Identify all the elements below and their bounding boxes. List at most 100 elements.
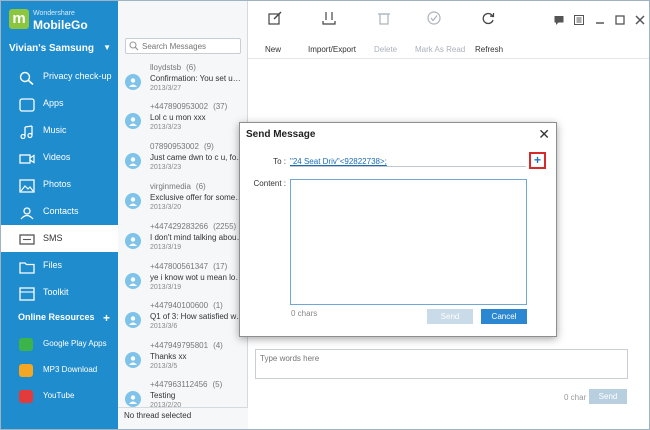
thread-sender: +447963112456 (5) [150,380,223,389]
char-count: 0 chars [291,309,318,318]
resource-label: MP3 Download [43,365,98,374]
resource-mp3-download[interactable]: MP3 Download [1,357,118,383]
mark-as-read-button[interactable]: Mark As Read [415,45,465,54]
device-name: Vivian's Samsung [9,43,95,54]
thread-snippet: I don't mind talking about e... [150,233,245,242]
thread-item[interactable]: +447429283266 (2255) I don't mind talking… [118,222,248,262]
search-box[interactable] [125,38,241,54]
photo-icon [19,177,35,193]
reply-input[interactable] [256,350,627,378]
resource-label: YouTube [43,391,75,400]
avatar [125,352,141,368]
magnifier-icon [19,69,35,86]
import-export-icon[interactable] [322,11,336,28]
sidebar-item-photos[interactable]: Photos [1,171,118,198]
thread-snippet: Lol c u mon xxx [150,113,206,122]
minimize-icon[interactable] [595,15,605,25]
reply-send-button[interactable]: Send [589,389,627,404]
thread-snippet: Confirmation: You set up a... [150,74,245,83]
online-resources-header: Online Resources + [18,311,114,325]
thread-sender: +447800561347 (17) [150,262,228,271]
toolkit-icon [19,285,35,301]
apps-icon [19,96,35,112]
device-selector[interactable]: Vivian's Samsung ▼ [9,43,115,54]
maximize-icon[interactable] [615,15,625,25]
avatar [125,193,141,209]
avatar [125,391,141,407]
thread-item[interactable]: 07890953002 (9) Just came dwn to c u, for… [118,142,248,182]
refresh-button[interactable]: Refresh [475,45,503,54]
sidebar-item-label: Privacy check-up [43,71,112,81]
youtube-icon [19,390,33,403]
sidebar-item-toolkit[interactable]: Toolkit [1,279,118,306]
content-input[interactable] [291,180,526,304]
add-resource-button[interactable]: + [103,311,110,325]
resource-google-play[interactable]: Google Play Apps [1,331,118,357]
resource-youtube[interactable]: YouTube [1,383,118,409]
sms-icon [19,231,35,245]
send-button[interactable]: Send [427,309,473,324]
thread-snippet: Q1 of 3: How satisfied wer... [150,312,245,321]
new-button[interactable]: New [265,45,281,54]
close-icon[interactable] [635,15,645,25]
contact-icon [19,204,35,220]
thread-item[interactable]: lloydstsb (6) Confirmation: You set up a.… [118,63,248,103]
google-play-icon [19,338,33,351]
mobilego-logo-icon: m [9,9,29,29]
thread-date: 2013/3/20 [150,204,182,211]
menu-list-icon[interactable] [574,15,584,25]
content-box[interactable] [290,179,527,305]
thread-snippet: Thanks xx [150,352,187,361]
thread-sender: +447429283266 (2255) [150,222,237,231]
add-recipient-button[interactable]: + [529,152,546,169]
sidebar-item-videos[interactable]: Videos [1,144,118,171]
toolbar: New Import/Export Delete Mark As Read Re… [248,1,649,59]
search-icon [129,41,139,51]
sidebar-item-label: Photos [43,179,72,189]
send-message-dialog: Send Message ✕ To : "24 Seat Driv"<92822… [239,122,557,337]
thread-snippet: Testing [150,391,176,400]
to-label: To : [273,157,286,166]
sidebar-item-sms[interactable]: SMS [1,225,118,252]
sidebar-item-label: Apps [43,98,64,108]
sidebar-item-files[interactable]: Files [1,252,118,279]
thread-item[interactable]: +447940100600 (1) Q1 of 3: How satisfied … [118,301,248,341]
sidebar-item-apps[interactable]: Apps [1,90,118,117]
sidebar-item-privacy[interactable]: Privacy check-up [1,63,118,90]
thread-item[interactable]: virginmedia (6) Exclusive offer for someo… [118,182,248,222]
thread-list: lloydstsb(6) Confirmation: You set up a.… [118,1,248,429]
thread-sender: +447940100600 (1) [150,301,223,310]
reply-box[interactable] [255,349,628,379]
brand-name: MobileGo [33,18,88,32]
thread-item[interactable]: +447890953002 (37) Lol c u mon xxx 2013/3… [118,102,248,142]
thread-sender: virginmedia (6) [150,182,206,191]
sidebar-item-label: SMS [43,233,63,243]
sidebar-item-label: Toolkit [43,287,69,297]
recipient-field[interactable]: "24 Seat Driv"<92822738>; [290,155,526,167]
feedback-icon[interactable] [554,15,564,25]
avatar [125,153,141,169]
search-input[interactable] [142,40,238,52]
thread-date: 2013/3/19 [150,244,182,251]
thread-item[interactable]: +447949795801 (4) Thanks xx 2013/3/5 [118,341,248,381]
sidebar-item-music[interactable]: Music [1,117,118,144]
import-export-button[interactable]: Import/Export [308,45,356,54]
thread-item[interactable]: +447800561347 (17) ye i know wot u mean l… [118,262,248,302]
recipient-link[interactable]: "24 Seat Driv"<92822738>; [290,157,387,166]
refresh-icon[interactable] [481,11,495,28]
folder-icon [19,258,35,274]
online-resources-label: Online Resources [18,312,95,322]
brand-sub: Wondershare [33,10,75,17]
avatar [125,233,141,249]
check-circle-icon [427,11,441,28]
delete-button[interactable]: Delete [374,45,397,54]
thread-sender: lloydstsb (6) [150,63,196,72]
sidebar: m Wondershare MobileGo Vivian's Samsung … [1,1,118,429]
new-message-icon[interactable] [268,11,282,28]
sidebar-item-contacts[interactable]: Contacts [1,198,118,225]
cancel-button[interactable]: Cancel [481,309,527,324]
avatar [125,74,141,90]
avatar [125,113,141,129]
dialog-close-button[interactable]: ✕ [538,126,550,143]
avatar [125,312,141,328]
